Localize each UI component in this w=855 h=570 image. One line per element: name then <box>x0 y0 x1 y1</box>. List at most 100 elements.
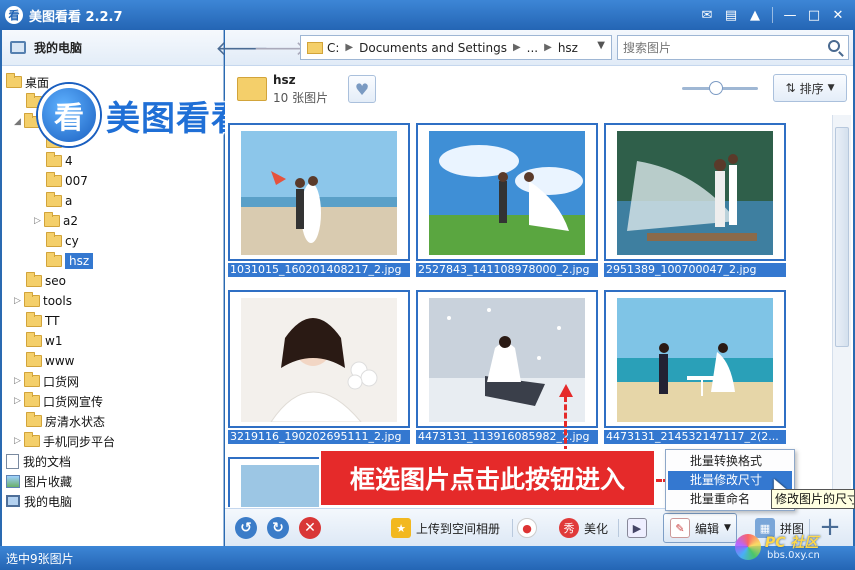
feedback-icon[interactable]: ✉ <box>698 6 716 24</box>
thumbnail-caption[interactable]: 3219116_190202695111_2.jpg <box>228 430 410 444</box>
tree-item-label: seo <box>45 274 66 288</box>
expand-arrow-icon[interactable]: ▷ <box>14 296 24 306</box>
tree-item-cy[interactable]: cy <box>46 231 79 251</box>
tree-item-www[interactable]: www <box>26 351 74 371</box>
slideshow-button[interactable]: ▶ <box>627 515 647 541</box>
path-segment-current[interactable]: hsz <box>558 41 578 55</box>
thumbnail[interactable] <box>228 290 410 428</box>
tree-item-pictures[interactable]: 图片收藏 <box>6 471 72 491</box>
thumbnail[interactable] <box>604 290 786 428</box>
status-bar: 选中9张图片 <box>0 546 855 570</box>
tree-item-hsz[interactable]: hsz <box>46 251 94 271</box>
chevron-down-icon: ▼ <box>827 83 835 93</box>
sort-icon: ⇅ <box>785 81 796 95</box>
menu-icon[interactable]: ▤ <box>722 6 740 24</box>
chevron-down-icon: ▼ <box>724 523 731 533</box>
sort-button[interactable]: ⇅ 排序 ▼ <box>773 74 847 102</box>
path-segment-ellipsis[interactable]: ... <box>527 41 538 55</box>
folder-icon <box>24 372 40 387</box>
upload-album-button[interactable]: ★ 上传到空间相册 <box>391 515 500 541</box>
folder-icon <box>26 352 42 367</box>
photo-pier-couple <box>617 131 773 255</box>
folder-icon <box>46 252 62 267</box>
vertical-scrollbar[interactable] <box>832 115 851 507</box>
zoom-slider[interactable] <box>682 81 758 95</box>
tree-item-a2[interactable]: ▷ a2 <box>34 211 78 231</box>
sidebar-header[interactable]: 我的电脑 <box>2 30 223 66</box>
folder-icon <box>26 332 42 347</box>
folder-icon <box>44 212 60 227</box>
delete-icon[interactable]: ✕ <box>299 517 321 539</box>
thumbnail-caption[interactable]: 4473131_214532147117_2(2... <box>604 430 786 444</box>
close-button[interactable]: ✕ <box>829 6 847 24</box>
expand-arrow-icon[interactable]: ▷ <box>14 376 24 386</box>
document-icon <box>6 453 19 469</box>
forward-arrow-icon[interactable]: 🡒 <box>253 36 307 60</box>
tree-item-label: w1 <box>45 334 63 348</box>
skin-icon[interactable]: ▲ <box>746 6 764 24</box>
search-icon[interactable] <box>828 40 840 52</box>
rotate-left-icon[interactable]: ↺ <box>235 517 257 539</box>
thumbnail[interactable] <box>228 123 410 261</box>
thumbnail[interactable] <box>604 123 786 261</box>
beautify-button[interactable]: 秀 美化 <box>559 515 608 541</box>
zoom-slider-handle[interactable] <box>709 81 724 95</box>
search-box[interactable] <box>617 35 849 60</box>
search-input[interactable] <box>623 40 813 55</box>
collapse-arrow-icon[interactable]: ◢ <box>14 117 24 127</box>
folder-icon <box>26 412 42 427</box>
expand-arrow-icon[interactable]: ▷ <box>14 396 24 406</box>
tree-item-kouhuowang[interactable]: ▷ 口货网 <box>14 371 79 391</box>
chevron-right-icon: ▶ <box>512 42 521 53</box>
thumbnail[interactable] <box>416 123 598 261</box>
weibo-share-button[interactable]: ● <box>517 515 537 541</box>
thumbnail-caption[interactable]: 1031015_160201408217_2.jpg <box>228 263 410 277</box>
maximize-button[interactable]: □ <box>805 6 823 24</box>
tree-item-my-documents[interactable]: 我的文档 <box>6 451 71 471</box>
expand-arrow-icon[interactable]: ▷ <box>14 436 24 446</box>
tree-item-tt[interactable]: TT <box>26 311 59 331</box>
tree-item-label: 4 <box>65 154 73 168</box>
photo-beach-couple <box>241 131 397 255</box>
favorite-button[interactable]: ♥ <box>348 75 376 103</box>
beautify-icon: 秀 <box>559 518 579 538</box>
upload-label: 上传到空间相册 <box>416 521 501 536</box>
tree-item-tools[interactable]: ▷ tools <box>14 291 72 311</box>
expand-arrow-icon[interactable]: ▷ <box>34 216 44 226</box>
tree-item-seo[interactable]: seo <box>26 271 66 291</box>
menu-item-convert-format[interactable]: 批量转换格式 <box>668 452 792 471</box>
thumbnail-caption[interactable]: 2527843_141108978000_2.jpg <box>416 263 598 277</box>
thumbnail-caption[interactable]: 2951389_100700047_2.jpg <box>604 263 786 277</box>
tree-item-4[interactable]: 4 <box>46 151 73 171</box>
title-bar: 看 美图看看 2.2.7 ✉ ▤ ▲ — □ ✕ <box>0 0 855 30</box>
rotate-right-icon[interactable]: ↻ <box>267 517 289 539</box>
arrow-line <box>564 396 567 452</box>
tree-item-fangqing[interactable]: 房清水状态 <box>26 411 105 431</box>
photo-bride-roses <box>241 298 397 422</box>
tree-item-w1[interactable]: w1 <box>26 331 62 351</box>
tree-item-label: 我的文档 <box>23 454 72 469</box>
tree-item-007[interactable]: 007 <box>46 171 88 191</box>
tree-item-mobile-sync[interactable]: ▷ 手机同步平台 <box>14 431 115 451</box>
edit-dropdown-button[interactable]: ✎ 编辑 ▼ <box>663 513 737 543</box>
heart-icon: ♥ <box>354 79 370 99</box>
slideshow-icon: ▶ <box>627 518 647 538</box>
folder-name: hsz <box>273 73 296 87</box>
back-arrow-icon[interactable]: 🡐 <box>215 36 269 60</box>
scrollbar-thumb[interactable] <box>835 127 849 347</box>
path-bar[interactable]: C: ▶ Documents and Settings ▶ ... ▶ hsz … <box>300 35 612 60</box>
path-segment-drive[interactable]: C: <box>327 41 339 55</box>
chevron-down-icon[interactable]: ▼ <box>597 40 605 51</box>
status-text: 选中9张图片 <box>6 551 74 566</box>
folder-icon <box>307 41 323 54</box>
folder-icon <box>6 73 22 88</box>
path-segment-docs[interactable]: Documents and Settings <box>359 41 507 55</box>
tree-item-a[interactable]: a <box>46 191 72 211</box>
tree-item-my-computer[interactable]: 我的电脑 <box>6 491 72 511</box>
tree-item-kouhuowang-promo[interactable]: ▷ 口货网宣传 <box>14 391 103 411</box>
tree-item-label: 手机同步平台 <box>43 434 116 449</box>
watermark-brand: PC 社区 <box>765 535 819 551</box>
minimize-button[interactable]: — <box>781 6 799 24</box>
tree-item-label: TT <box>45 314 60 328</box>
photo-meadow-couple <box>429 131 585 255</box>
